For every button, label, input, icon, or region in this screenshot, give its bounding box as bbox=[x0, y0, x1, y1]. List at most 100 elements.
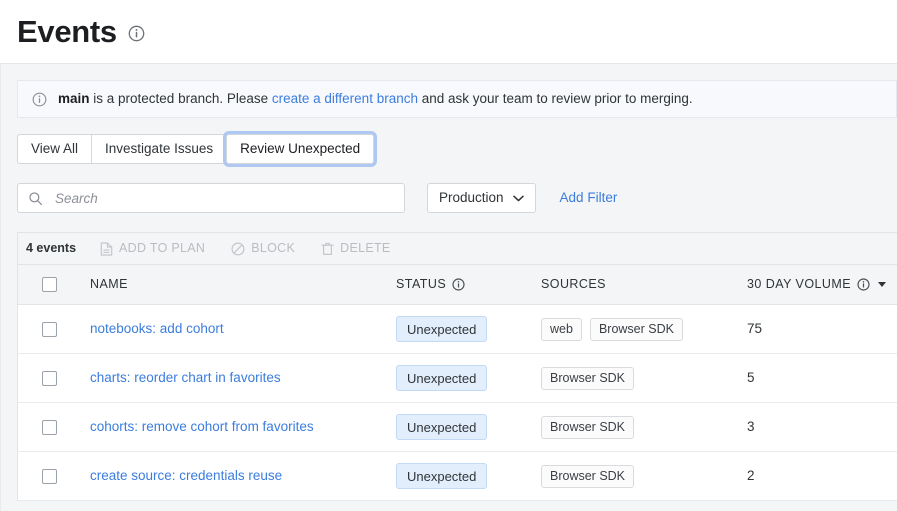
banner-wrapper: main is a protected branch. Please creat… bbox=[17, 80, 897, 118]
row-volume-cell: 2 bbox=[747, 467, 897, 485]
source-tag: Browser SDK bbox=[541, 416, 634, 439]
tabs-wrapper: View All Investigate Issues Review Unexp… bbox=[17, 134, 897, 164]
event-name-link[interactable]: cohorts: remove cohort from favorites bbox=[90, 419, 314, 434]
row-checkbox[interactable] bbox=[42, 420, 57, 435]
chevron-down-icon bbox=[513, 195, 524, 202]
add-to-plan-button[interactable]: ADD TO PLAN bbox=[100, 242, 205, 256]
row-sources-cell: Browser SDK bbox=[541, 416, 747, 439]
page-title-info-icon[interactable] bbox=[128, 25, 145, 42]
row-name-cell: cohorts: remove cohort from favorites bbox=[90, 418, 396, 436]
table-header-row: NAME STATUS SOURCES 30 DAY bbox=[18, 265, 897, 305]
volume-value: 5 bbox=[747, 370, 755, 385]
sort-caret-down-icon[interactable] bbox=[878, 282, 886, 287]
table-row[interactable]: charts: reorder chart in favorites Unexp… bbox=[18, 354, 897, 403]
row-status-cell: Unexpected bbox=[396, 414, 541, 440]
volume-value: 2 bbox=[747, 468, 755, 483]
page-title: Events bbox=[17, 16, 117, 47]
select-all-cell bbox=[18, 277, 90, 292]
source-tag: Browser SDK bbox=[590, 318, 683, 341]
events-count-label: 4 events bbox=[26, 241, 76, 255]
source-tags: Browser SDK bbox=[541, 367, 747, 390]
row-sources-cell: Browser SDK bbox=[541, 465, 747, 488]
column-header-sources-label: SOURCES bbox=[541, 278, 606, 291]
protected-branch-banner: main is a protected branch. Please creat… bbox=[17, 80, 897, 118]
row-name-cell: create source: credentials reuse bbox=[90, 467, 396, 485]
banner-branch-name: main bbox=[58, 91, 90, 106]
environment-dropdown-label: Production bbox=[439, 191, 504, 205]
table-action-bar: 4 events ADD TO PLAN bbox=[18, 233, 897, 265]
row-status-cell: Unexpected bbox=[396, 365, 541, 391]
delete-button[interactable]: DELETE bbox=[321, 242, 390, 256]
volume-value: 3 bbox=[747, 419, 755, 434]
row-volume-cell: 75 bbox=[747, 320, 897, 338]
table-row[interactable]: cohorts: remove cohort from favorites Un… bbox=[18, 403, 897, 452]
events-page: Events main is a protected branch. bbox=[0, 0, 897, 511]
block-button[interactable]: BLOCK bbox=[231, 242, 295, 256]
table-panel-wrapper: 4 events ADD TO PLAN bbox=[17, 232, 897, 501]
delete-label: DELETE bbox=[340, 242, 390, 255]
event-name-link[interactable]: charts: reorder chart in favorites bbox=[90, 370, 281, 385]
column-header-status[interactable]: STATUS bbox=[396, 278, 541, 291]
filters-wrapper: Production Add Filter bbox=[17, 183, 897, 213]
row-select-cell bbox=[18, 322, 90, 337]
source-tags: Browser SDK bbox=[541, 465, 747, 488]
status-badge: Unexpected bbox=[396, 365, 487, 391]
column-header-volume-label: 30 DAY VOLUME bbox=[747, 278, 851, 291]
view-tabs: View All Investigate Issues Review Unexp… bbox=[17, 134, 897, 164]
event-name-link[interactable]: create source: credentials reuse bbox=[90, 468, 282, 483]
banner-text-before: is a protected branch. Please bbox=[90, 91, 272, 106]
create-different-branch-link[interactable]: create a different branch bbox=[272, 91, 418, 106]
info-circle-icon bbox=[857, 278, 870, 291]
row-checkbox[interactable] bbox=[42, 322, 57, 337]
block-label: BLOCK bbox=[251, 242, 295, 255]
environment-dropdown[interactable]: Production bbox=[427, 183, 536, 213]
source-tag: web bbox=[541, 318, 582, 341]
column-header-name-label: NAME bbox=[90, 278, 128, 291]
tab-view-all[interactable]: View All bbox=[17, 134, 91, 164]
column-header-sources[interactable]: SOURCES bbox=[541, 278, 747, 291]
status-badge: Unexpected bbox=[396, 414, 487, 440]
table-row[interactable]: create source: credentials reuse Unexpec… bbox=[18, 452, 897, 501]
row-select-cell bbox=[18, 371, 90, 386]
banner-message: main is a protected branch. Please creat… bbox=[58, 92, 693, 106]
page-header: Events bbox=[0, 0, 897, 64]
volume-value: 75 bbox=[747, 321, 762, 336]
status-badge: Unexpected bbox=[396, 463, 487, 489]
row-select-cell bbox=[18, 420, 90, 435]
search-input[interactable] bbox=[55, 191, 394, 206]
column-header-volume[interactable]: 30 DAY VOLUME bbox=[747, 278, 897, 291]
info-circle-icon bbox=[32, 92, 47, 107]
add-to-plan-label: ADD TO PLAN bbox=[119, 242, 205, 255]
event-name-link[interactable]: notebooks: add cohort bbox=[90, 321, 224, 336]
column-header-name[interactable]: NAME bbox=[90, 278, 396, 291]
row-checkbox[interactable] bbox=[42, 469, 57, 484]
row-name-cell: charts: reorder chart in favorites bbox=[90, 369, 396, 387]
filters-row: Production Add Filter bbox=[17, 183, 897, 213]
row-sources-cell: web Browser SDK bbox=[541, 318, 747, 341]
row-checkbox[interactable] bbox=[42, 371, 57, 386]
row-volume-cell: 5 bbox=[747, 369, 897, 387]
table-row[interactable]: notebooks: add cohort Unexpected web Bro… bbox=[18, 305, 897, 354]
banner-text-after: and ask your team to review prior to mer… bbox=[418, 91, 693, 106]
document-icon bbox=[100, 242, 113, 256]
source-tags: Browser SDK bbox=[541, 416, 747, 439]
source-tags: web Browser SDK bbox=[541, 318, 747, 341]
search-icon bbox=[28, 191, 43, 206]
add-filter-button[interactable]: Add Filter bbox=[560, 191, 618, 205]
block-circle-slash-icon bbox=[231, 242, 245, 256]
events-count: 4 events bbox=[26, 242, 76, 255]
row-status-cell: Unexpected bbox=[396, 316, 541, 342]
trash-icon bbox=[321, 242, 334, 256]
search-box[interactable] bbox=[17, 183, 405, 213]
events-table-panel: 4 events ADD TO PLAN bbox=[17, 232, 897, 501]
row-volume-cell: 3 bbox=[747, 418, 897, 436]
row-name-cell: notebooks: add cohort bbox=[90, 320, 396, 338]
status-badge: Unexpected bbox=[396, 316, 487, 342]
select-all-checkbox[interactable] bbox=[42, 277, 57, 292]
tab-review-unexpected[interactable]: Review Unexpected bbox=[226, 134, 374, 164]
row-select-cell bbox=[18, 469, 90, 484]
tab-investigate-issues[interactable]: Investigate Issues bbox=[91, 134, 226, 164]
row-sources-cell: Browser SDK bbox=[541, 367, 747, 390]
content-area: main is a protected branch. Please creat… bbox=[0, 64, 897, 511]
source-tag: Browser SDK bbox=[541, 367, 634, 390]
